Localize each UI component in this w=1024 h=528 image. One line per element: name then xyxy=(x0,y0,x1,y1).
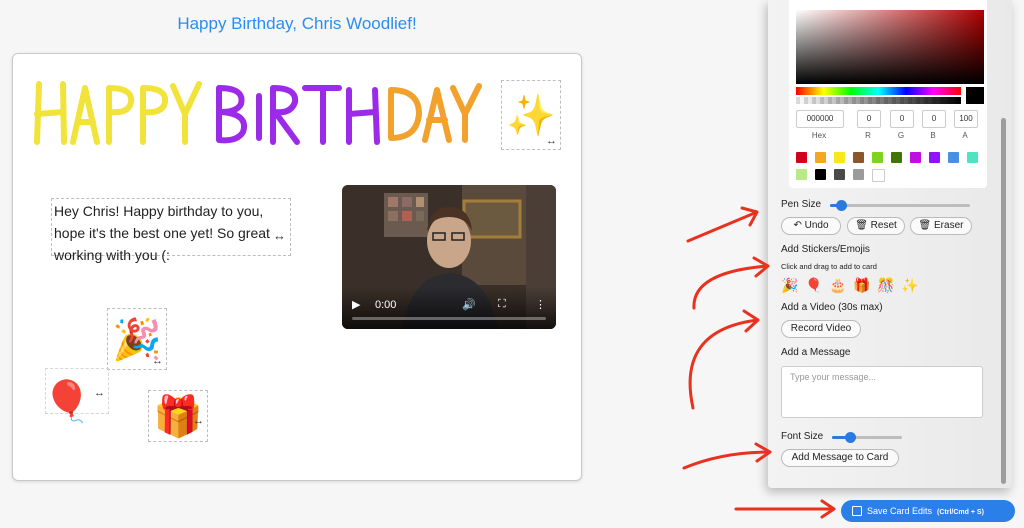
arrow-annotation xyxy=(734,499,836,519)
arrow-annotation xyxy=(688,309,760,410)
annotation-arrows xyxy=(682,206,836,519)
arrow-annotation xyxy=(692,256,770,310)
arrow-annotation xyxy=(682,442,772,470)
arrow-annotation xyxy=(686,206,759,243)
